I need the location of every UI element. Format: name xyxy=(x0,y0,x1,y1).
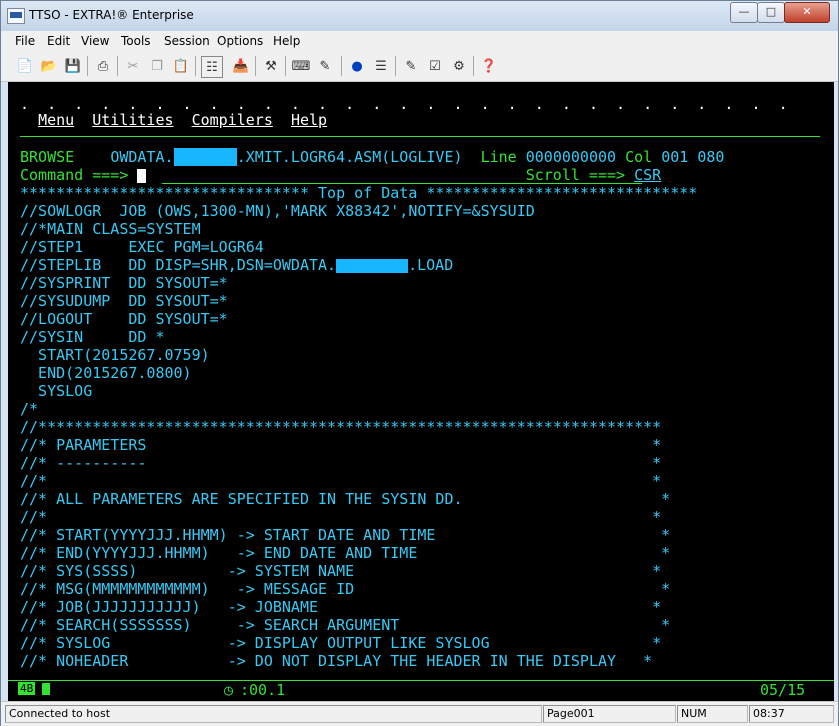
col-value: 001 080 xyxy=(661,148,725,166)
toolbar: 📄 📂 💾 ⎙ ✂ ❐ 📋 ☷ 📥 ⚒ ⌨ ✎ ● ☰ ✎ ☑ ⚙ ❓ xyxy=(1,51,838,82)
menu-item-menu[interactable]: Menu xyxy=(38,111,74,129)
app-icon xyxy=(7,8,25,24)
dataset-prefix: OWDATA. xyxy=(110,148,174,166)
copy-icon[interactable]: ❐ xyxy=(147,56,167,76)
properties-icon[interactable]: ☑ xyxy=(425,56,445,76)
source-line: //* START(YYYYJJJ.HHMM) -> START DATE AN… xyxy=(20,526,671,544)
close-icon[interactable]: ✕ xyxy=(784,2,830,23)
send-icon[interactable]: ☷ xyxy=(201,56,223,78)
source-line: //SOWLOGR JOB (OWS,1300-MN),'MARK X88342… xyxy=(20,202,535,220)
source-line: //* ALL PARAMETERS ARE SPECIFIED IN THE … xyxy=(20,490,671,508)
menu-bar: File Edit View Tools Session Options Hel… xyxy=(1,31,838,51)
source-line: //* END(YYYYJJJ.HHMM) -> END DATE AND TI… xyxy=(20,544,671,562)
cursor-block xyxy=(42,683,50,695)
source-line: //* * xyxy=(20,472,662,490)
paste-icon[interactable]: 📋 xyxy=(171,56,191,76)
title-bar: TTSO - EXTRA!® Enterprise — □ ✕ xyxy=(1,1,838,31)
source-line: //* NOHEADER -> DO NOT DISPLAY THE HEADE… xyxy=(20,652,653,670)
num-lock-indicator: NUM xyxy=(677,705,748,723)
dataset-suffix: .XMIT.LOGR64.ASM(LOGLIVE) xyxy=(236,148,463,166)
minimize-icon[interactable]: — xyxy=(730,2,758,23)
menu-session[interactable]: Session xyxy=(164,34,210,48)
source-line: //SYSPRINT DD SYSOUT=* xyxy=(20,274,228,292)
source-line: END(2015267.0800) xyxy=(20,364,192,382)
source-line: //SYSIN DD * xyxy=(20,328,165,346)
source-line-steplib: //STEPLIB DD DISP=SHR,DSN=OWDATA. .LOAD xyxy=(20,256,453,274)
status-bar: Connected to host Page001 NUM 08:37 xyxy=(1,701,838,726)
source-line: //* SEARCH(SSSSSSS) -> SEARCH ARGUMENT * xyxy=(20,616,671,634)
clock-icon: ◷ xyxy=(224,681,234,699)
source-line: //SYSUDUMP DD SYSOUT=* xyxy=(20,292,228,310)
receive-icon[interactable]: 📥 xyxy=(231,56,251,76)
session-indicator: 4B xyxy=(18,682,36,695)
terminal-screen[interactable]: . . . . . . . . . . . . . . . . . . . . … xyxy=(8,82,834,702)
source-line: //* PARAMETERS * xyxy=(20,436,662,454)
line-label: Line xyxy=(480,148,517,166)
source-line: //* ---------- * xyxy=(20,454,662,472)
ispf-menu: Menu Utilities Compilers Help xyxy=(20,111,327,129)
source-line: //* * xyxy=(20,508,662,526)
browse-label: BROWSE xyxy=(20,148,75,166)
cursor-position: 05/15 xyxy=(760,681,806,699)
quickpad-icon[interactable]: ✎ xyxy=(401,56,421,76)
save-icon[interactable]: 💾 xyxy=(63,56,83,76)
settings-icon[interactable]: ⚙ xyxy=(449,56,469,76)
redacted-block: XXXXXXX xyxy=(173,148,237,166)
steplib-prefix: //STEPLIB DD DISP=SHR,DSN=OWDATA. xyxy=(20,256,337,274)
operator-info-area: 4B ◷ :00.1 05/15 xyxy=(8,680,834,701)
edit-icon[interactable]: ✎ xyxy=(315,56,335,76)
menu-tools[interactable]: Tools xyxy=(121,34,151,48)
redacted-block xyxy=(336,258,409,273)
source-line: //* SYSLOG -> DISPLAY OUTPUT LIKE SYSLOG… xyxy=(20,634,662,652)
open-icon[interactable]: 📂 xyxy=(39,56,59,76)
command-line: Command ===> Scroll ===> CSR xyxy=(20,166,661,184)
new-icon[interactable]: 📄 xyxy=(15,56,35,76)
source-line: //**************************************… xyxy=(20,418,662,436)
source-line: START(2015267.0759) xyxy=(20,346,210,364)
source-line: //*MAIN CLASS=SYSTEM xyxy=(20,220,201,238)
page-indicator: Page001 xyxy=(543,705,676,723)
source-line: SYSLOG xyxy=(20,382,93,400)
col-label: Col xyxy=(625,148,653,166)
menu-options[interactable]: Options xyxy=(217,34,263,48)
application-window: TTSO - EXTRA!® Enterprise — □ ✕ File Edi… xyxy=(0,0,839,726)
line-value: 0000000000 xyxy=(525,148,617,166)
browse-header: BROWSE OWDATA.XXXXXXX.XMIT.LOGR64.ASM(LO… xyxy=(20,148,724,166)
source-line: //* JOB(JJJJJJJJJJJ) -> JOBNAME * xyxy=(20,598,662,616)
record-icon[interactable]: ● xyxy=(347,56,367,76)
menu-item-compilers[interactable]: Compilers xyxy=(192,111,273,129)
clock-display: 08:37 xyxy=(749,705,834,723)
source-line: /* xyxy=(20,400,39,418)
source-line: //STEP1 EXEC PGM=LOGR64 xyxy=(20,238,264,256)
help-icon[interactable]: ❓ xyxy=(479,56,499,76)
source-line: //* MSG(MMMMMMMMMMMM) -> MESSAGE ID * xyxy=(20,580,671,598)
menu-file[interactable]: File xyxy=(15,34,35,48)
steplib-suffix: .LOAD xyxy=(408,256,454,274)
scroll-value[interactable]: CSR xyxy=(634,166,661,184)
source-line: //* SYS(SSSS) -> SYSTEM NAME * xyxy=(20,562,662,580)
top-of-data: ******************************** Top of … xyxy=(20,184,698,202)
macro-icon[interactable]: ⚒ xyxy=(261,56,281,76)
menu-view[interactable]: View xyxy=(81,34,109,48)
menu-help[interactable]: Help xyxy=(273,34,300,48)
connection-status: Connected to host xyxy=(5,705,542,723)
timer-value: :00.1 xyxy=(240,681,286,699)
command-label: Command ===> xyxy=(20,166,129,184)
scroll-label: Scroll ===> xyxy=(525,166,626,184)
menu-edit[interactable]: Edit xyxy=(47,34,70,48)
keyboard-icon[interactable]: ☰ xyxy=(371,56,391,76)
command-input[interactable] xyxy=(137,168,147,183)
cut-icon[interactable]: ✂ xyxy=(123,56,143,76)
menu-item-utilities[interactable]: Utilities xyxy=(92,111,173,129)
source-line: //LOGOUT DD SYSOUT=* xyxy=(20,310,228,328)
window-title: TTSO - EXTRA!® Enterprise xyxy=(29,8,194,22)
print-icon[interactable]: ⎙ xyxy=(93,56,113,76)
menu-item-help[interactable]: Help xyxy=(291,111,327,129)
maximize-icon[interactable]: □ xyxy=(757,2,785,23)
transfer-icon[interactable]: ⌨ xyxy=(291,56,311,76)
